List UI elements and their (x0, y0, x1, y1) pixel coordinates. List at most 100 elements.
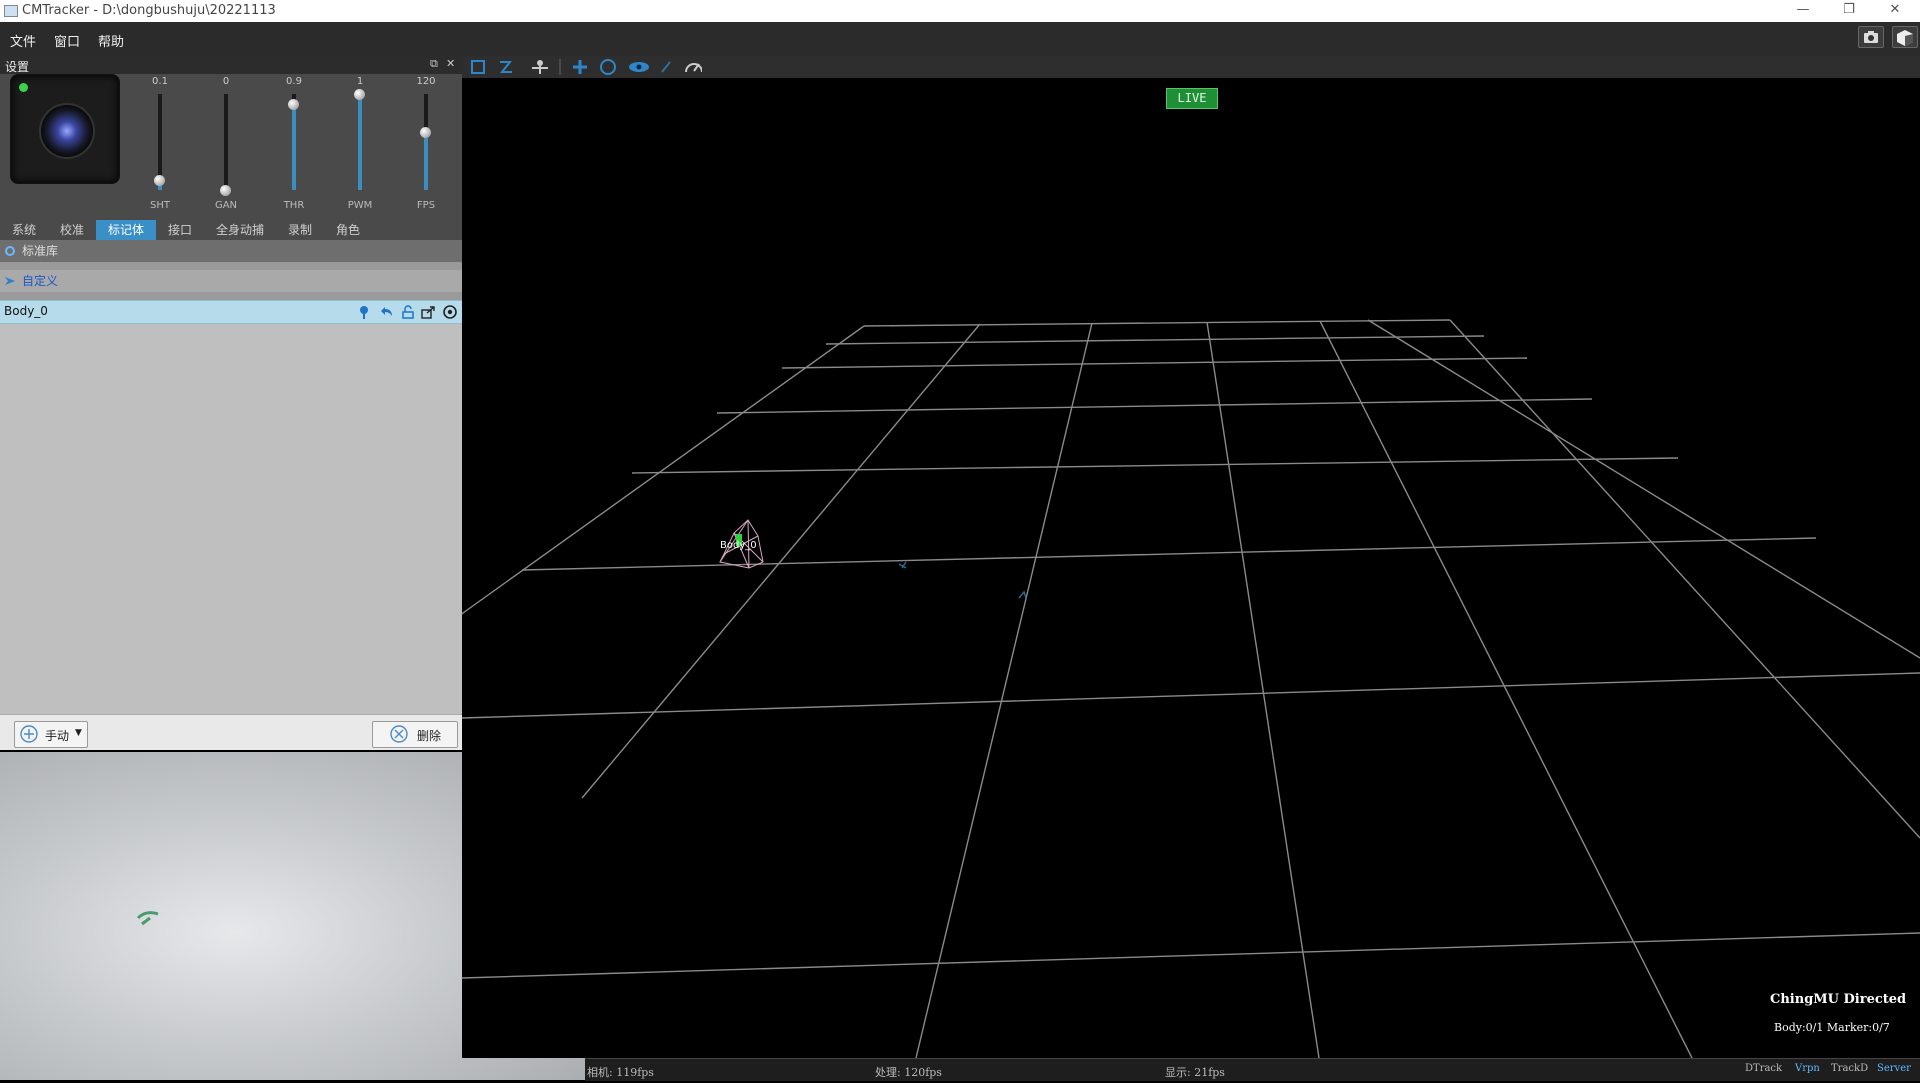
marker-icon[interactable] (356, 304, 372, 320)
add-button-label: 手动 (45, 729, 70, 743)
chip-dtrack[interactable]: DTrack (1745, 1063, 1782, 1074)
slider-value: 0.9 (286, 76, 302, 87)
slider-knob[interactable] (354, 89, 365, 100)
menu-bar: 文件 窗口 帮助 (0, 22, 1920, 56)
settings-gear-icon[interactable] (442, 304, 458, 320)
brand-text: ChingMU Directed (1770, 992, 1907, 1007)
lock-icon[interactable] (400, 304, 416, 320)
tab-recording[interactable]: 录制 (276, 220, 324, 240)
section-standard-library[interactable]: 标准库 (0, 240, 462, 262)
divider (0, 262, 462, 270)
display-fps: 显示: 21fps (1165, 1066, 1225, 1079)
body-name: Body_0 (4, 304, 48, 318)
floor-grid (441, 319, 1920, 1059)
viewport-tools (471, 59, 703, 75)
slider-fill (424, 132, 428, 190)
slider-value: 1 (356, 76, 364, 87)
view-3d-button[interactable] (1892, 26, 1918, 48)
add-icon (20, 725, 38, 743)
slider-gan[interactable]: 0 GAN (206, 76, 246, 211)
screenshot-button[interactable] (1858, 26, 1884, 48)
slider-knob[interactable] (420, 127, 431, 139)
process-fps: 处理: 120fps (875, 1066, 942, 1079)
camera-icon (1864, 31, 1878, 43)
gear-icon (5, 246, 15, 256)
float-panel-icon[interactable]: ⧉ (430, 57, 438, 71)
body-marker-counts: Body:0/1 Marker:0/7 (1774, 1021, 1890, 1034)
slider-value: 0 (222, 76, 230, 87)
chip-trackd[interactable]: TrackD (1831, 1063, 1868, 1074)
close-button[interactable]: ✕ (1872, 0, 1918, 22)
panel-title: 设置 (5, 60, 30, 74)
delete-icon (390, 725, 408, 743)
viewport-3d[interactable] (441, 78, 1920, 1059)
slider-pwm[interactable]: 1 PWM (340, 76, 380, 211)
chip-server[interactable]: Server (1877, 1063, 1911, 1074)
add-manual-button[interactable]: 手动 ▼ (14, 721, 88, 748)
section-custom[interactable]: 自定义 (0, 270, 462, 292)
slider-knob[interactable] (154, 175, 165, 187)
title-bar: CMTracker - D:\dongbushuju\20221113 — ❐ … (0, 0, 1920, 23)
slider-knob[interactable] (288, 98, 299, 110)
export-icon[interactable] (420, 304, 436, 320)
slider-label: SHT (150, 200, 170, 211)
body-label-3d: Body_0 (720, 540, 757, 551)
orbit-icon[interactable] (600, 59, 616, 75)
slider-fill (358, 94, 362, 190)
skeleton-icon[interactable] (532, 60, 548, 74)
tab-interface[interactable]: 接口 (156, 220, 204, 240)
slider-track (224, 94, 228, 190)
tab-calibration[interactable]: 校准 (48, 220, 96, 240)
tab-fullbody-mocap[interactable]: 全身动捕 (204, 220, 276, 240)
camera-status-led (19, 83, 28, 92)
slider-label: FPS (416, 200, 436, 211)
delete-button-label: 删除 (417, 729, 442, 743)
close-panel-icon[interactable]: ✕ (446, 57, 455, 70)
camera-fps: 相机: 119fps (587, 1066, 654, 1079)
status-bar: 相机: 119fps 处理: 120fps 显示: 21fps DTrack V… (585, 1058, 1920, 1081)
dropdown-arrow-icon: ▼ (75, 728, 82, 738)
slider-label: THR (283, 200, 305, 211)
rigid-body-icon (5, 277, 15, 285)
viewport-toolbar (462, 56, 1920, 79)
panel-header: 设置 ⧉ ✕ (0, 56, 462, 74)
undo-icon[interactable] (378, 304, 394, 320)
slider-thr[interactable]: 0.9 THR (274, 76, 314, 211)
slider-label: GAN (214, 200, 238, 211)
speed-gauge-icon[interactable] (685, 63, 703, 73)
menu-window[interactable]: 窗口 (54, 31, 80, 50)
divider (0, 292, 462, 300)
menu-help[interactable]: 帮助 (98, 31, 124, 50)
tab-rigid-body[interactable]: 标记体 (96, 220, 156, 240)
zoom-icon[interactable] (661, 61, 671, 73)
section-library-label: 标准库 (22, 244, 59, 258)
cube-icon (1897, 30, 1913, 46)
section-custom-label: 自定义 (22, 274, 59, 288)
slider-fps[interactable]: 120 FPS (406, 76, 446, 211)
slider-fill (292, 103, 296, 190)
slider-value: 0.1 (152, 76, 168, 87)
move-icon[interactable] (573, 60, 587, 74)
select-icon[interactable] (471, 60, 485, 74)
slider-label: PWM (347, 200, 373, 211)
app-icon (4, 5, 18, 17)
delete-button[interactable]: 删除 (372, 721, 458, 748)
menu-file[interactable]: 文件 (10, 31, 36, 50)
minimize-button[interactable]: — (1780, 0, 1826, 22)
slider-sht[interactable]: 0.1 SHT (140, 76, 180, 211)
tab-bar: 系统 校准 标记体 接口 全身动捕 录制 角色 (0, 220, 462, 240)
camera-device-image (10, 74, 120, 184)
chip-vrpn[interactable]: Vrpn (1795, 1063, 1820, 1074)
eye-icon[interactable] (629, 62, 649, 72)
rigid-body-list[interactable] (0, 324, 462, 714)
tab-system[interactable]: 系统 (0, 220, 48, 240)
camera-lens-icon (39, 103, 95, 159)
live-badge: LIVE (1166, 88, 1218, 109)
maximize-button[interactable]: ❐ (1826, 0, 1872, 22)
panel-bottom-bar: 手动 ▼ 删除 (0, 714, 462, 750)
window-title: CMTracker - D:\dongbushuju\20221113 (22, 3, 276, 18)
list-item-body[interactable]: Body_0 (0, 300, 462, 324)
slider-knob[interactable] (220, 185, 231, 196)
rotate-icon[interactable] (499, 61, 513, 73)
tab-character[interactable]: 角色 (324, 220, 372, 240)
